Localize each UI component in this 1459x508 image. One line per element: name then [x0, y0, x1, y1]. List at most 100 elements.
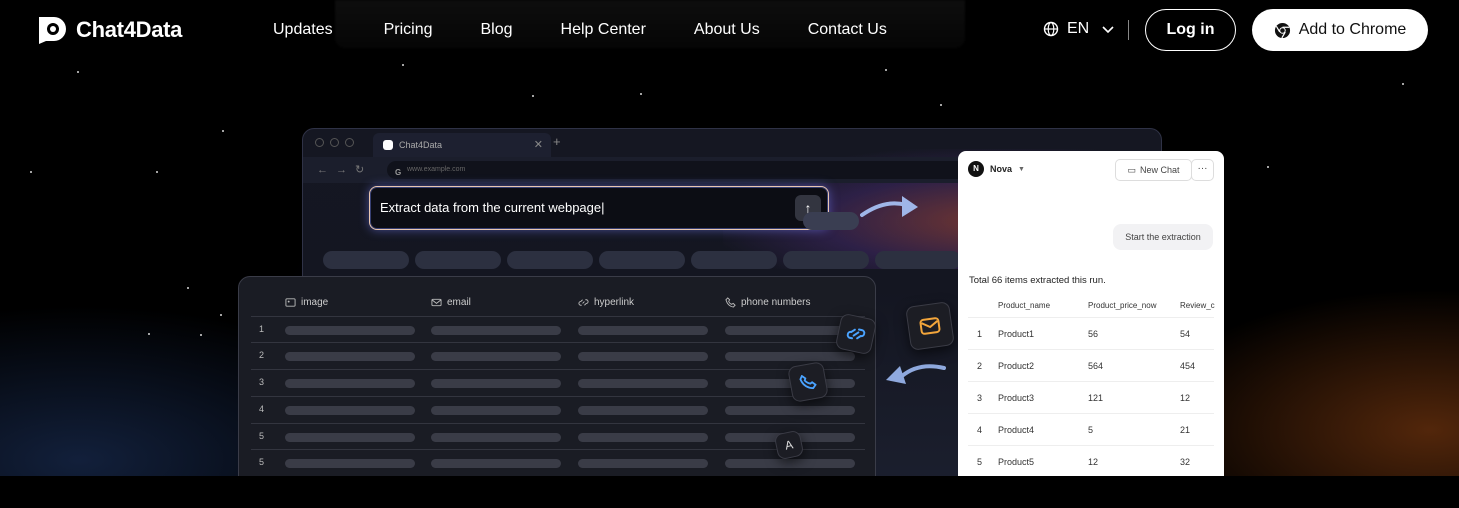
- extraction-summary: Total 66 items extracted this run.: [969, 275, 1106, 286]
- skeleton-block: [415, 251, 501, 269]
- row-divider: [251, 316, 865, 317]
- star: [148, 333, 150, 335]
- brand-name: Chat4Data: [76, 17, 183, 42]
- row-number: 4: [259, 404, 265, 414]
- column-label: image: [301, 297, 329, 308]
- add-to-chrome-label: Add to Chrome: [1298, 21, 1407, 38]
- link-icon: [578, 299, 589, 306]
- star: [640, 93, 642, 95]
- skeleton-block: [507, 251, 593, 269]
- add-to-chrome-button[interactable]: Add to Chrome: [1252, 9, 1428, 51]
- row-number: 3: [259, 377, 265, 387]
- row-number: 5: [259, 431, 265, 441]
- cell-placeholder: [725, 352, 855, 361]
- row-divider: [251, 342, 865, 343]
- column-header-image[interactable]: image: [285, 297, 328, 308]
- result-column-header: Review_c: [1180, 301, 1215, 310]
- row-divider: [968, 413, 1214, 414]
- nav-link-pricing[interactable]: Pricing: [384, 21, 433, 39]
- skeleton-block: [323, 251, 409, 269]
- nav-link-about-us[interactable]: About Us: [694, 21, 760, 39]
- star: [187, 287, 189, 289]
- new-tab-icon[interactable]: +: [553, 134, 561, 149]
- top-navigation: Chat4Data Updates Pricing Blog Help Cent…: [0, 0, 1459, 62]
- result-cell: 3: [977, 393, 983, 403]
- url-field[interactable]: G www.example.com: [387, 161, 967, 179]
- cell-placeholder: [578, 406, 708, 415]
- new-chat-button[interactable]: ▭ New Chat: [1115, 159, 1192, 181]
- column-header-phone[interactable]: phone numbers: [725, 297, 811, 308]
- brand-logo[interactable]: Chat4Data: [36, 15, 182, 45]
- row-divider: [251, 423, 865, 424]
- new-chat-label: New Chat: [1140, 165, 1180, 175]
- nav-arrows-icon[interactable]: ←→↻: [317, 163, 372, 176]
- result-cell: Product2: [998, 361, 1035, 371]
- chrome-icon: [1274, 22, 1290, 38]
- result-cell: 454: [1180, 361, 1196, 371]
- result-cell: Product5: [998, 457, 1035, 467]
- language-label: EN: [1067, 20, 1090, 37]
- nav-link-updates[interactable]: Updates: [273, 21, 333, 39]
- column-header-hyperlink[interactable]: hyperlink: [578, 297, 634, 308]
- link-icon: [834, 312, 878, 356]
- star: [885, 69, 887, 71]
- column-header-email[interactable]: email: [431, 297, 471, 308]
- close-icon[interactable]: ✕: [534, 138, 543, 151]
- result-cell: 54: [1180, 329, 1191, 339]
- cell-placeholder: [431, 459, 561, 468]
- chat-panel: N Nova ▼ ▭ New Chat ··· Start the extrac…: [958, 151, 1224, 476]
- cell-placeholder: [285, 406, 415, 415]
- star: [77, 71, 79, 73]
- result-cell: 1: [977, 329, 983, 339]
- chevron-down-icon: ▼: [1018, 165, 1025, 173]
- row-divider: [251, 369, 865, 370]
- skeleton-block: [803, 212, 859, 230]
- nav-divider: [1128, 20, 1129, 40]
- star: [402, 64, 404, 66]
- nav-link-contact-us[interactable]: Contact Us: [808, 21, 887, 39]
- main-menu: Updates Pricing Blog Help Center About U…: [273, 21, 887, 39]
- text-icon-letter: A: [783, 437, 795, 453]
- star: [220, 314, 222, 316]
- result-cell: 56: [1088, 329, 1099, 339]
- result-cell: 12: [1180, 393, 1191, 403]
- image-icon: [285, 298, 296, 307]
- cell-placeholder: [285, 326, 415, 335]
- language-selector[interactable]: EN: [1043, 20, 1115, 38]
- agent-selector[interactable]: N Nova ▼: [968, 161, 1025, 177]
- browser-tab[interactable]: Chat4Data ✕: [373, 133, 551, 157]
- nav-link-help-center[interactable]: Help Center: [561, 21, 646, 39]
- tab-title: Chat4Data: [399, 140, 443, 150]
- star: [940, 104, 942, 106]
- prompt-text: Extract data from the current webpage|: [380, 200, 605, 215]
- cell-placeholder: [725, 406, 855, 415]
- url-text: www.example.com: [407, 166, 466, 173]
- window-controls: [315, 138, 354, 147]
- star: [156, 171, 158, 173]
- bottom-edge: [0, 476, 1459, 508]
- result-cell: 21: [1180, 425, 1191, 435]
- cell-placeholder: [431, 433, 561, 442]
- google-icon: G: [395, 168, 402, 177]
- row-number: 5: [259, 457, 265, 467]
- login-button[interactable]: Log in: [1145, 9, 1236, 51]
- prompt-input[interactable]: Extract data from the current webpage| ↑: [369, 186, 829, 230]
- phone-icon: [725, 297, 736, 308]
- result-cell: 2: [977, 361, 983, 371]
- chevron-down-icon: [1102, 26, 1114, 34]
- column-label: hyperlink: [594, 297, 635, 308]
- cell-placeholder: [725, 459, 855, 468]
- result-cell: 4: [977, 425, 983, 435]
- star: [1402, 83, 1404, 85]
- row-divider: [251, 449, 865, 450]
- skeleton-block: [691, 251, 777, 269]
- column-label: phone numbers: [741, 297, 811, 308]
- star: [1267, 166, 1269, 168]
- row-divider: [968, 317, 1214, 318]
- star: [30, 171, 32, 173]
- result-cell: 32: [1180, 457, 1191, 467]
- more-options-button[interactable]: ···: [1191, 159, 1214, 181]
- cell-placeholder: [285, 352, 415, 361]
- row-divider: [251, 396, 865, 397]
- nav-link-blog[interactable]: Blog: [481, 21, 513, 39]
